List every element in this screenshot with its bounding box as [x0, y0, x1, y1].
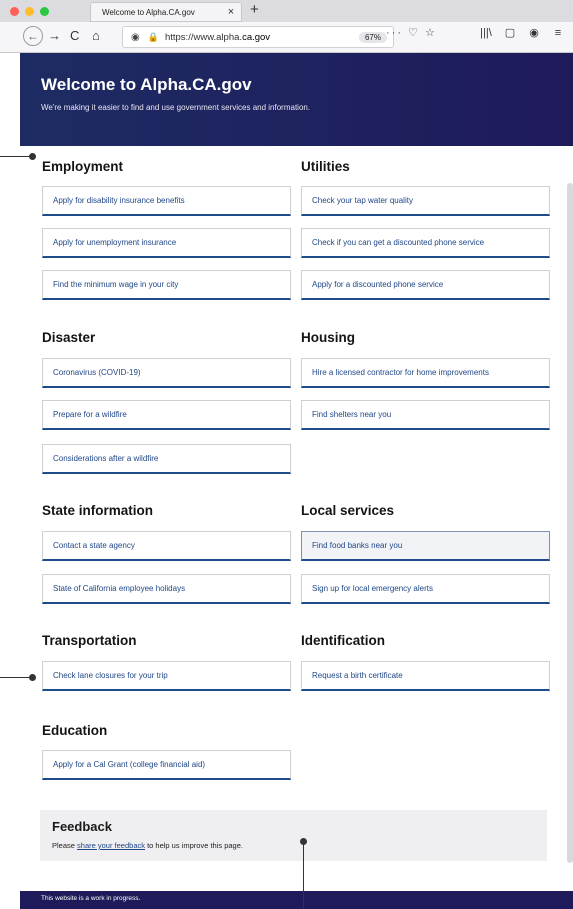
section-title-utilities: Utilities — [301, 159, 350, 174]
footer-text: This website is a work in progress. — [41, 895, 141, 902]
link-card[interactable]: Apply for a discounted phone service — [301, 270, 550, 300]
lock-icon[interactable]: 🔒 — [148, 32, 159, 43]
section-title-employment: Employment — [42, 159, 124, 174]
feedback-link[interactable]: share your feedback — [77, 841, 145, 850]
minimize-window-button[interactable] — [25, 7, 34, 16]
feedback-panel: Feedback Please share your feedback to h… — [40, 810, 547, 861]
shield-icon[interactable]: ◉ — [131, 32, 140, 43]
hero-subtitle: We're making it easier to find and use g… — [41, 103, 311, 112]
hero-banner: Welcome to Alpha.CA.gov We're making it … — [20, 53, 573, 146]
callout-line — [0, 156, 31, 157]
callout-line — [303, 842, 304, 909]
link-card[interactable]: Contact a state agency — [42, 531, 291, 561]
url-text[interactable]: https://www.alpha.ca.gov — [165, 32, 270, 43]
link-card[interactable]: Prepare for a wildfire — [42, 400, 291, 430]
link-label: State of California employee holidays — [53, 584, 186, 593]
section-title-state-information: State information — [42, 503, 154, 518]
home-button[interactable]: ⌂ — [92, 27, 100, 45]
sidebar-icon[interactable]: ▢ — [498, 26, 522, 39]
tab-title: Welcome to Alpha.CA.gov — [102, 7, 195, 17]
zoom-level-button[interactable]: 67% — [358, 31, 387, 43]
link-label: Request a birth certificate — [312, 671, 403, 680]
address-bar[interactable]: ◉ 🔒 https://www.alpha.ca.gov 67% — [122, 26, 394, 48]
feedback-text: Please share your feedback to help us im… — [52, 841, 243, 850]
reload-button[interactable]: C — [70, 27, 79, 45]
account-icon[interactable]: ◉ — [522, 26, 546, 39]
callout-line — [0, 677, 31, 678]
back-button[interactable]: ← — [23, 26, 43, 46]
close-tab-icon[interactable]: × — [224, 6, 238, 18]
close-window-button[interactable] — [10, 7, 19, 16]
link-label: Contact a state agency — [53, 541, 135, 550]
page-viewport: Welcome to Alpha.CA.gov We're making it … — [20, 53, 573, 909]
link-card[interactable]: State of California employee holidays — [42, 574, 291, 604]
forward-button[interactable]: → — [48, 27, 61, 45]
link-card[interactable]: Find shelters near you — [301, 400, 550, 430]
link-card[interactable]: Find food banks near you — [301, 531, 550, 561]
site-footer: This website is a work in progress. — [20, 891, 573, 909]
tab-bar: Welcome to Alpha.CA.gov × + — [0, 0, 573, 22]
link-label: Find shelters near you — [312, 410, 392, 419]
section-title-housing: Housing — [301, 330, 355, 345]
link-label: Hire a licensed contractor for home impr… — [312, 368, 489, 377]
link-card[interactable]: Request a birth certificate — [301, 661, 550, 691]
link-card[interactable]: Check if you can get a discounted phone … — [301, 228, 550, 258]
link-card[interactable]: Hire a licensed contractor for home impr… — [301, 358, 550, 388]
browser-tab[interactable]: Welcome to Alpha.CA.gov × — [90, 2, 242, 22]
library-icon[interactable]: |||\ — [474, 27, 498, 39]
link-card[interactable]: Find the minimum wage in your city — [42, 270, 291, 300]
link-card[interactable]: Apply for a Cal Grant (college financial… — [42, 750, 291, 780]
page-title: Welcome to Alpha.CA.gov — [41, 75, 252, 94]
link-card[interactable]: Apply for disability insurance benefits — [42, 186, 291, 216]
link-label: Prepare for a wildfire — [53, 410, 127, 419]
navigation-bar: ← → C ⌂ ◉ 🔒 https://www.alpha.ca.gov 67%… — [0, 22, 573, 52]
callout-dot — [29, 153, 36, 160]
maximize-window-button[interactable] — [40, 7, 49, 16]
link-card[interactable]: Coronavirus (COVID-19) — [42, 358, 291, 388]
section-title-identification: Identification — [301, 633, 385, 648]
link-label: Find food banks near you — [312, 541, 403, 550]
page-actions-icons[interactable]: ··· ♡ ☆ — [386, 26, 437, 39]
link-label: Find the minimum wage in your city — [53, 280, 179, 289]
link-label: Apply for a Cal Grant (college financial… — [53, 760, 206, 769]
link-card[interactable]: Sign up for local emergency alerts — [301, 574, 550, 604]
browser-chrome: Welcome to Alpha.CA.gov × + ← → C ⌂ ◉ 🔒 … — [0, 0, 573, 53]
link-label: Considerations after a wildfire — [53, 454, 159, 463]
link-label: Check lane closures for your trip — [53, 671, 168, 680]
link-card[interactable]: Check lane closures for your trip — [42, 661, 291, 691]
link-label: Apply for a discounted phone service — [312, 280, 444, 289]
link-label: Apply for disability insurance benefits — [53, 196, 185, 205]
scrollbar[interactable] — [567, 183, 573, 863]
toolbar-icons: |||\ ▢ ◉ ≡ — [474, 26, 570, 39]
feedback-text-before: Please — [52, 841, 78, 850]
section-title-disaster: Disaster — [42, 330, 96, 345]
link-label: Check if you can get a discounted phone … — [312, 238, 485, 247]
section-title-local-services: Local services — [301, 503, 395, 518]
link-card[interactable]: Check your tap water quality — [301, 186, 550, 216]
menu-icon[interactable]: ≡ — [546, 27, 570, 39]
window-controls — [10, 7, 49, 16]
link-card[interactable]: Apply for unemployment insurance — [42, 228, 291, 258]
callout-dot — [29, 674, 36, 681]
feedback-text-after: to help us improve this page. — [145, 841, 243, 850]
new-tab-button[interactable]: + — [250, 1, 259, 19]
link-label: Check your tap water quality — [312, 196, 413, 205]
feedback-title: Feedback — [52, 819, 112, 834]
section-title-transportation: Transportation — [42, 633, 137, 648]
link-label: Coronavirus (COVID-19) — [53, 368, 141, 377]
section-title-education: Education — [42, 723, 108, 738]
link-label: Apply for unemployment insurance — [53, 238, 177, 247]
link-card[interactable]: Considerations after a wildfire — [42, 444, 291, 474]
link-label: Sign up for local emergency alerts — [312, 584, 433, 593]
callout-dot — [300, 838, 307, 845]
